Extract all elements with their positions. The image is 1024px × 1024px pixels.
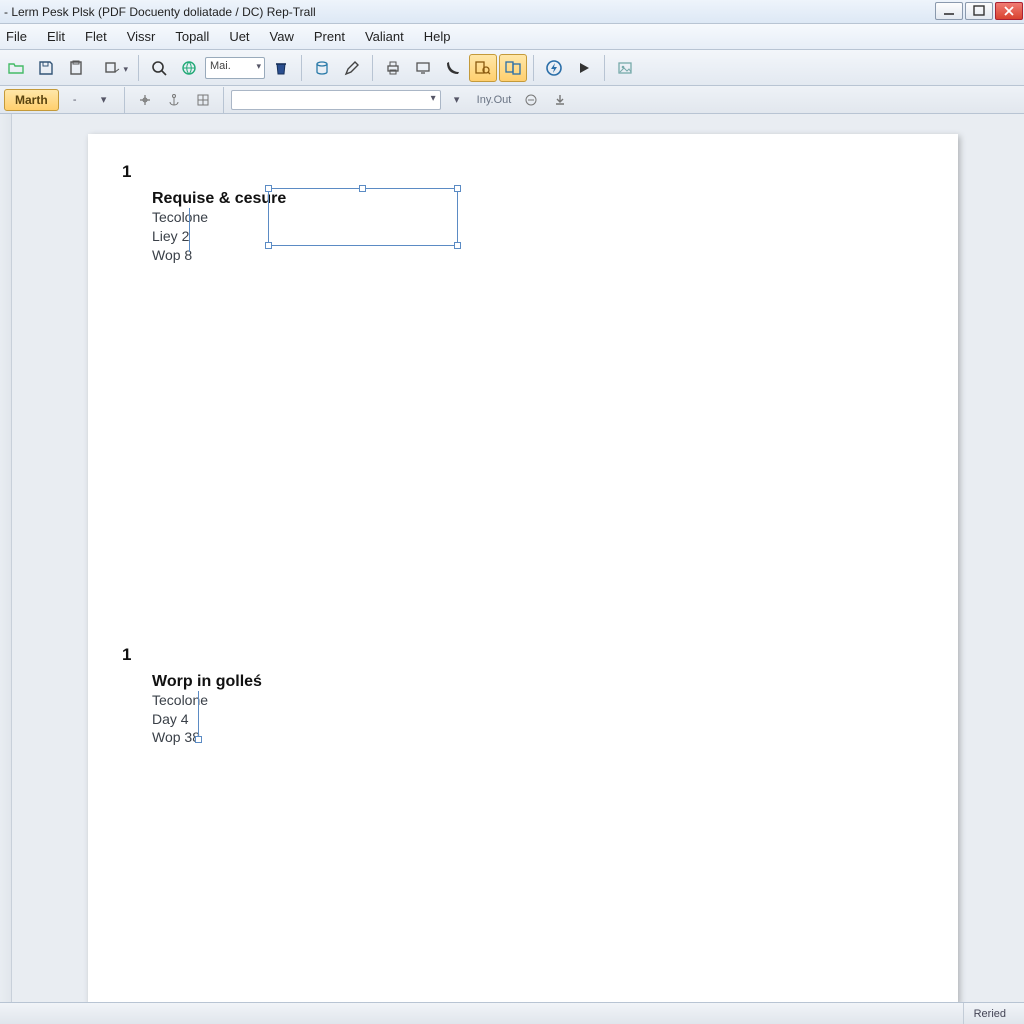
bolt-circle-icon xyxy=(545,59,563,77)
toolbar-main: Mai. xyxy=(0,50,1024,86)
picture-button[interactable] xyxy=(611,54,639,82)
menu-topall[interactable]: Topall xyxy=(165,26,219,47)
trash-button[interactable] xyxy=(267,54,295,82)
translate-icon xyxy=(504,59,522,77)
action-button[interactable] xyxy=(540,54,568,82)
block2-line1: Tecolone xyxy=(152,691,924,710)
menu-vaw[interactable]: Vaw xyxy=(260,26,304,47)
print-button[interactable] xyxy=(379,54,407,82)
handle-n[interactable] xyxy=(359,185,366,192)
minimize-button[interactable] xyxy=(935,2,963,20)
minimize-icon xyxy=(940,2,958,20)
layout-icon xyxy=(524,93,538,107)
play-icon xyxy=(575,59,593,77)
workspace: 1 Requise & cesure Tecolone Liey 2 Wop 8 xyxy=(0,114,1024,1002)
translate-button[interactable] xyxy=(499,54,527,82)
monitor-icon xyxy=(414,59,432,77)
grid-button[interactable] xyxy=(190,89,216,111)
pencil-icon xyxy=(343,59,361,77)
globe-icon xyxy=(180,59,198,77)
close-icon xyxy=(1000,2,1018,20)
block2-line2: Day 4 xyxy=(152,710,924,729)
mode-pill[interactable]: Marth xyxy=(4,89,59,111)
printer-icon xyxy=(384,59,402,77)
block2-num: 1 xyxy=(122,645,924,665)
save-icon xyxy=(37,59,55,77)
anchor-button[interactable] xyxy=(161,89,187,111)
guide2-handle[interactable] xyxy=(195,736,202,743)
database-button[interactable] xyxy=(308,54,336,82)
window-title: - Lerm Pesk Plsk (PDF Docuenty doliatade… xyxy=(4,5,316,19)
snap-icon xyxy=(138,93,152,107)
handle-nw[interactable] xyxy=(265,185,272,192)
sec-dash[interactable]: - xyxy=(62,89,88,111)
clipboard-icon xyxy=(67,59,85,77)
download-icon xyxy=(553,93,567,107)
block2-heading: Worp in golleś xyxy=(152,673,924,691)
phone-button[interactable] xyxy=(439,54,467,82)
block1-num: 1 xyxy=(122,162,924,182)
menu-help[interactable]: Help xyxy=(414,26,461,47)
menu-uet[interactable]: Uet xyxy=(219,26,259,47)
maximize-button[interactable] xyxy=(965,2,993,20)
shape-icon xyxy=(103,59,121,77)
menu-valiant[interactable]: Valiant xyxy=(355,26,414,47)
status-right: Reried xyxy=(963,1003,1016,1024)
zoom-button[interactable] xyxy=(145,54,173,82)
selection-box[interactable] xyxy=(268,188,458,246)
guide-line-2 xyxy=(198,691,199,739)
toolbar-secondary: Marth - ▾ ▾ Iny.Out xyxy=(0,86,1024,114)
layout-label: Iny.Out xyxy=(477,94,512,106)
menu-prent[interactable]: Prent xyxy=(304,26,355,47)
doc-search-icon xyxy=(474,59,492,77)
guide-line-1 xyxy=(189,208,190,252)
folder-open-icon xyxy=(7,59,25,77)
paste-button[interactable] xyxy=(62,54,90,82)
sec-dropdown[interactable]: ▾ xyxy=(91,89,117,111)
edit-button[interactable] xyxy=(338,54,366,82)
maximize-icon xyxy=(970,2,988,20)
block2-line3: Wop 38 xyxy=(152,728,924,747)
magnifier-icon xyxy=(150,59,168,77)
handle-ne[interactable] xyxy=(454,185,461,192)
titlebar: - Lerm Pesk Plsk (PDF Docuenty doliatade… xyxy=(0,0,1024,24)
left-gutter xyxy=(0,114,12,1002)
play-dropdown[interactable] xyxy=(570,54,598,82)
combo-drop[interactable]: ▾ xyxy=(444,89,470,111)
handle-sw[interactable] xyxy=(265,242,272,249)
save-button[interactable] xyxy=(32,54,60,82)
picture-icon xyxy=(616,59,634,77)
canvas[interactable]: 1 Requise & cesure Tecolone Liey 2 Wop 8 xyxy=(12,114,1024,1002)
grid-icon xyxy=(196,93,210,107)
menu-flet[interactable]: Flet xyxy=(75,26,117,47)
menu-vissr[interactable]: Vissr xyxy=(117,26,166,47)
menu-elit[interactable]: Elit xyxy=(37,26,75,47)
search-doc-button[interactable] xyxy=(469,54,497,82)
world-button[interactable] xyxy=(175,54,203,82)
screen-button[interactable] xyxy=(409,54,437,82)
menu-file[interactable]: File xyxy=(2,26,37,47)
handle-se[interactable] xyxy=(454,242,461,249)
database-icon xyxy=(313,59,331,77)
anchor-icon xyxy=(167,93,181,107)
open-button[interactable] xyxy=(2,54,30,82)
download-button[interactable] xyxy=(547,89,573,111)
document-page[interactable]: 1 Requise & cesure Tecolone Liey 2 Wop 8 xyxy=(88,134,958,1002)
layer-combo[interactable] xyxy=(231,90,441,110)
font-combo[interactable]: Mai. xyxy=(205,57,265,79)
snap-button[interactable] xyxy=(132,89,158,111)
menubar: File Elit Flet Vissr Topall Uet Vaw Pren… xyxy=(0,24,1024,50)
shape-dropdown[interactable] xyxy=(92,54,132,82)
phone-icon xyxy=(444,59,462,77)
close-button[interactable] xyxy=(995,2,1023,20)
statusbar: Reried xyxy=(0,1002,1024,1024)
layout-toggle[interactable] xyxy=(518,89,544,111)
window-buttons xyxy=(934,0,1024,23)
trash-icon xyxy=(272,59,290,77)
